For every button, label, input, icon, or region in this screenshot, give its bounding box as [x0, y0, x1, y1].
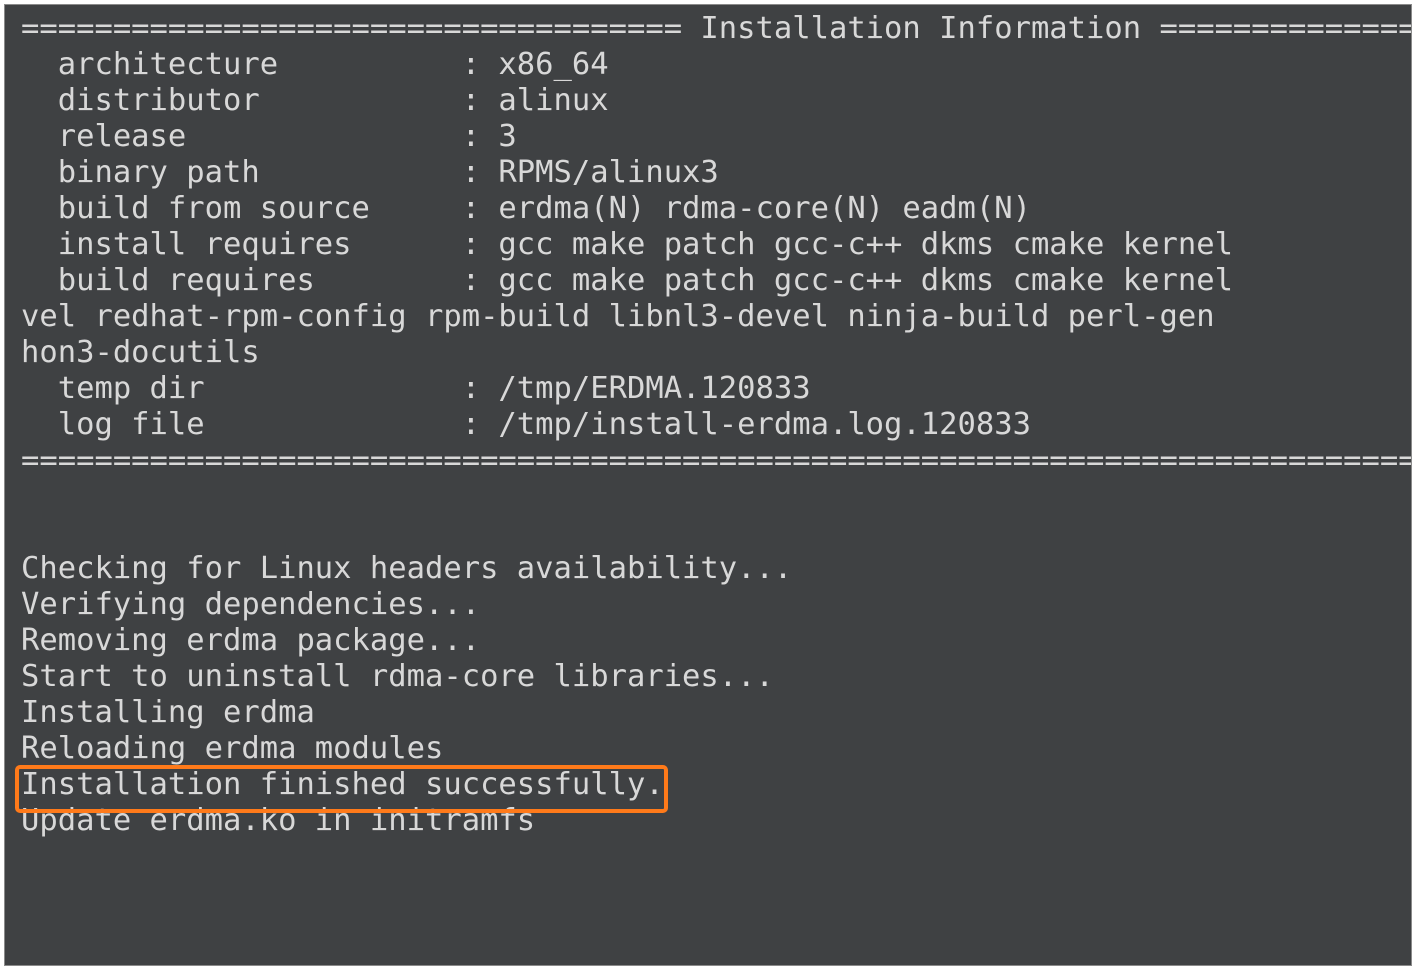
terminal-window[interactable]: ==================================== Ins… — [4, 4, 1412, 966]
terminal-output: ==================================== Ins… — [21, 11, 1411, 839]
